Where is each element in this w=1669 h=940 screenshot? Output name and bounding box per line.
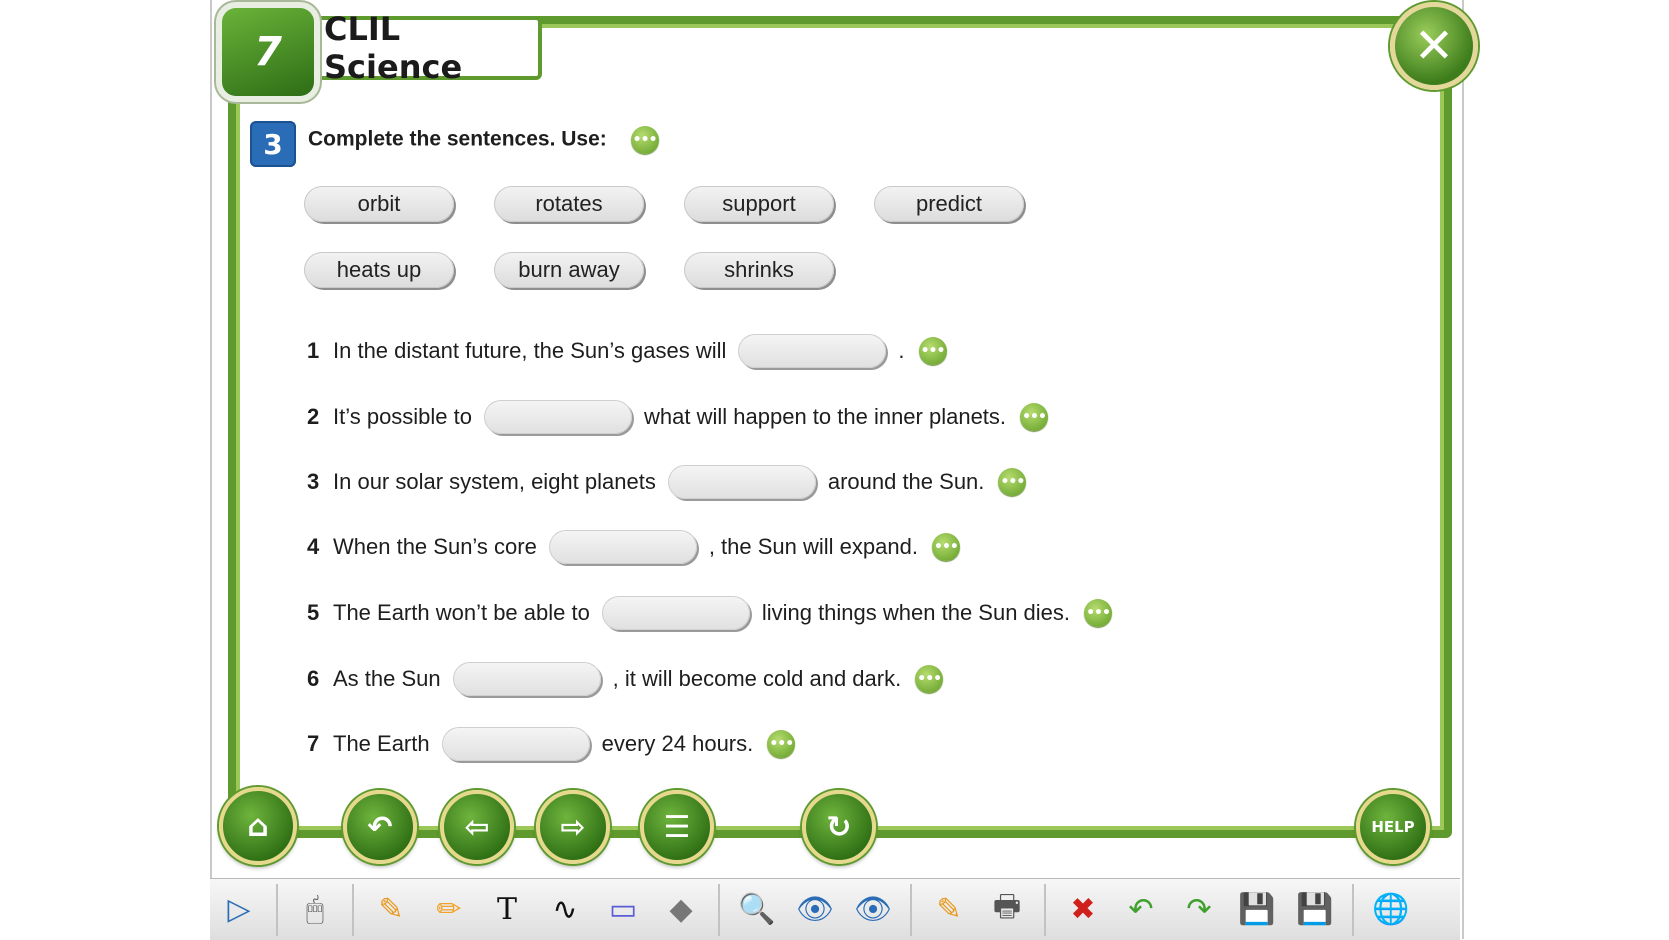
sentence-number: 6 [307, 666, 320, 691]
toolbar-divider [910, 883, 912, 936]
sentence-text-after: every 24 hours. [601, 731, 754, 756]
toolbar-divider [1044, 883, 1046, 936]
toolbar-divider [1352, 883, 1354, 936]
text-tool-icon[interactable]: T [481, 884, 533, 936]
sentence-text-after: . [898, 338, 905, 363]
answer-blank[interactable] [667, 465, 816, 499]
arrow-right-icon: ⇨ [560, 809, 586, 845]
sentence-number: 1 [307, 338, 320, 363]
toolbar-divider [718, 883, 720, 936]
word-orbit[interactable]: orbit [304, 186, 454, 222]
word-heats-up[interactable]: heats up [304, 252, 454, 288]
back-button[interactable]: ↶ [343, 790, 417, 864]
audio-more-icon[interactable]: ••• [998, 468, 1027, 496]
sentence-number: 5 [307, 600, 320, 625]
instruction-text: Complete the sentences. Use: [308, 127, 607, 151]
mouse-pointer-icon[interactable]: 🖱 [289, 884, 341, 936]
eraser-icon[interactable]: ◆ [655, 884, 707, 936]
sentence-row: 3 In our solar system, eight planets aro… [307, 462, 1027, 502]
clear-all-icon[interactable]: ✖ [1057, 884, 1109, 936]
bottom-toolbar: ▷ 🖱 ✎ ✏ T ∿ ▭ ◆ 🔍 👁 👁 ✎ 🖶 ✖ ↶ ↷ 💾 💾 🌐 [210, 878, 1460, 940]
answer-blank[interactable] [452, 662, 601, 696]
list-icon: ☰ [663, 809, 691, 845]
answer-blank[interactable] [738, 334, 887, 368]
sentence-number: 7 [307, 731, 320, 756]
magnifier-icon[interactable]: 🔍 [731, 884, 783, 936]
shape-tool-icon[interactable]: ▭ [597, 884, 649, 936]
audio-more-icon[interactable]: ••• [767, 730, 796, 758]
audio-more-icon[interactable]: ••• [931, 533, 960, 561]
previous-page-button[interactable]: ⇦ [440, 790, 514, 864]
save-as-icon[interactable]: 💾 [1289, 884, 1341, 936]
help-button[interactable]: HELP [1356, 790, 1430, 864]
undo-arrow-icon: ↶ [367, 809, 393, 845]
page-title: CLIL Science [312, 10, 542, 86]
next-page-button[interactable]: ⇨ [536, 790, 610, 864]
sentence-text-before: It’s possible to [333, 404, 473, 429]
answer-blank[interactable] [601, 596, 750, 630]
exercise-number: 3 [250, 121, 296, 167]
sentence-row: 2 It’s possible to what will happen to t… [307, 397, 1049, 437]
sentence-row: 5 The Earth won’t be able to living thin… [307, 593, 1113, 633]
close-button[interactable]: ✕ [1390, 2, 1478, 90]
save-icon[interactable]: 💾 [1231, 884, 1283, 936]
sentence-text-after: around the Sun. [827, 469, 985, 494]
sentence-text-before: The Earth [333, 731, 430, 756]
answer-blank[interactable] [548, 530, 697, 564]
freehand-line-icon[interactable]: ∿ [539, 884, 591, 936]
sentence-number: 2 [307, 404, 320, 429]
word-burn-away[interactable]: burn away [494, 252, 644, 288]
audio-more-icon[interactable]: ••• [915, 665, 944, 693]
globe-icon[interactable]: 🌐 [1365, 884, 1417, 936]
word-predict[interactable]: predict [874, 186, 1024, 222]
reveal-eye-icon[interactable]: 👁 [789, 884, 841, 936]
exercise-instruction: Complete the sentences. Use: ••• [308, 126, 659, 154]
home-button[interactable]: ⌂ [219, 787, 297, 865]
audio-more-icon[interactable]: ••• [1084, 599, 1113, 627]
unit-number-badge: 7 [222, 8, 314, 96]
sentence-row: 1 In the distant future, the Sun’s gases… [307, 331, 947, 371]
audio-more-icon[interactable]: ••• [918, 337, 947, 365]
sentence-row: 7 The Earth every 24 hours. ••• [307, 724, 796, 764]
sentence-text-before: In our solar system, eight planets [333, 469, 656, 494]
toolbar-divider [352, 883, 354, 936]
redo-icon[interactable]: ↷ [1173, 884, 1225, 936]
notes-icon[interactable]: ✎ [923, 884, 975, 936]
word-shrinks[interactable]: shrinks [684, 252, 834, 288]
toggle-toolbar-icon[interactable]: ▷ [213, 884, 265, 936]
sentence-text-after: living things when the Sun dies. [761, 600, 1071, 625]
answer-blank[interactable] [441, 727, 590, 761]
pencil-icon[interactable]: ✎ [365, 884, 417, 936]
sentence-row: 6 As the Sun , it will become cold and d… [307, 659, 944, 699]
menu-list-button[interactable]: ☰ [640, 790, 714, 864]
audio-more-icon[interactable]: ••• [1020, 403, 1049, 431]
reset-icon: ↻ [826, 809, 852, 845]
spotlight-eye-icon[interactable]: 👁 [847, 884, 899, 936]
sentence-text-before: As the Sun [333, 666, 441, 691]
sentence-text-after: , it will become cold and dark. [612, 666, 902, 691]
sentence-number: 4 [307, 534, 320, 559]
sentence-row: 4 When the Sun’s core , the Sun will exp… [307, 527, 960, 567]
word-rotates[interactable]: rotates [494, 186, 644, 222]
undo-icon[interactable]: ↶ [1115, 884, 1167, 936]
sentence-number: 3 [307, 469, 320, 494]
word-support[interactable]: support [684, 186, 834, 222]
highlighter-icon[interactable]: ✏ [423, 884, 475, 936]
sentence-text-after: what will happen to the inner planets. [644, 404, 1007, 429]
arrow-left-icon: ⇦ [464, 809, 490, 845]
sentence-text-after: , the Sun will expand. [708, 534, 918, 559]
sentence-text-before: When the Sun’s core [333, 534, 537, 559]
answer-blank[interactable] [484, 400, 633, 434]
reset-button[interactable]: ↻ [802, 790, 876, 864]
print-icon[interactable]: 🖶 [981, 884, 1033, 936]
sentence-text-before: In the distant future, the Sun’s gases w… [333, 338, 727, 363]
audio-more-icon[interactable]: ••• [630, 126, 659, 154]
home-icon: ⌂ [247, 808, 269, 844]
sentence-text-before: The Earth won’t be able to [333, 600, 590, 625]
toolbar-divider [276, 883, 278, 936]
